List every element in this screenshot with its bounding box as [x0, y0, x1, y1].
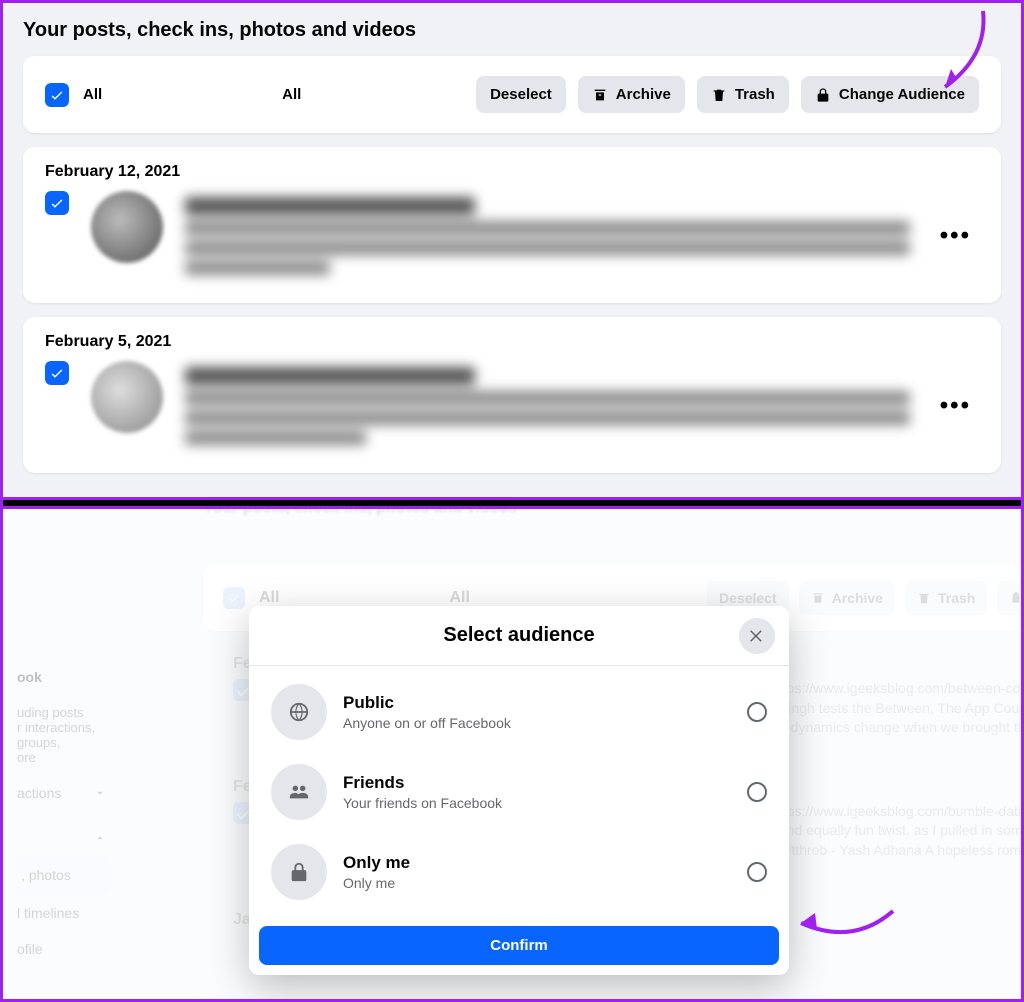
filter-all-label[interactable]: All	[83, 86, 102, 103]
post-date: February 5, 2021	[45, 333, 979, 351]
audience-option-friends[interactable]: Friends Your friends on Facebook	[265, 752, 773, 832]
check-icon	[49, 87, 65, 103]
option-title: Friends	[343, 773, 502, 793]
option-title: Public	[343, 693, 511, 713]
lock-icon	[271, 844, 327, 900]
post-more-menu[interactable]: •••	[932, 384, 979, 428]
deselect-button[interactable]: Deselect	[476, 76, 566, 113]
archive-button[interactable]: Archive	[578, 76, 685, 113]
check-icon	[49, 195, 65, 211]
radio-button[interactable]	[747, 782, 767, 802]
post-card: February 12, 2021 •••	[23, 147, 1001, 303]
deselect-label: Deselect	[490, 86, 552, 103]
post-card: February 5, 2021 •••	[23, 317, 1001, 473]
archive-label: Archive	[616, 86, 671, 103]
select-audience-modal: Select audience Public Anyone on or off …	[249, 606, 789, 975]
post-content-preview	[185, 191, 910, 281]
activity-log-top-panel: Your posts, check ins, photos and videos…	[3, 3, 1021, 497]
archive-icon	[592, 87, 608, 103]
option-title: Only me	[343, 853, 410, 873]
screenshot-divider	[3, 497, 1021, 509]
globe-icon	[271, 684, 327, 740]
option-desc: Your friends on Facebook	[343, 795, 502, 811]
post-checkbox[interactable]	[45, 191, 69, 215]
modal-close-button[interactable]	[739, 618, 775, 654]
filter-toolbar: All All Deselect Archive Trash Change Au…	[23, 56, 1001, 133]
post-more-menu[interactable]: •••	[932, 214, 979, 258]
audience-option-only-me[interactable]: Only me Only me	[265, 832, 773, 912]
radio-button[interactable]	[747, 862, 767, 882]
close-icon	[748, 627, 766, 645]
select-all-checkbox[interactable]	[45, 83, 69, 107]
check-icon	[49, 365, 65, 381]
trash-label: Trash	[735, 86, 775, 103]
change-audience-label: Change Audience	[839, 86, 965, 103]
modal-header: Select audience	[249, 606, 789, 666]
change-audience-button[interactable]: Change Audience	[801, 76, 979, 113]
trash-button[interactable]: Trash	[697, 76, 789, 113]
post-date: February 12, 2021	[45, 163, 979, 181]
page-title: Your posts, check ins, photos and videos	[23, 19, 1001, 42]
activity-log-modal-panel: ook uding posts r interactions, groups, …	[3, 509, 1021, 999]
audience-option-public[interactable]: Public Anyone on or off Facebook	[265, 672, 773, 752]
filter-type-dropdown[interactable]: All	[282, 86, 301, 103]
post-avatar	[91, 191, 163, 263]
option-desc: Only me	[343, 875, 410, 891]
modal-title: Select audience	[443, 624, 594, 646]
radio-button[interactable]	[747, 702, 767, 722]
friends-icon	[271, 764, 327, 820]
confirm-button[interactable]: Confirm	[259, 926, 779, 965]
post-content-preview	[185, 361, 910, 451]
post-checkbox[interactable]	[45, 361, 69, 385]
post-avatar	[91, 361, 163, 433]
trash-icon	[711, 87, 727, 103]
option-desc: Anyone on or off Facebook	[343, 715, 511, 731]
audience-option-list: Public Anyone on or off Facebook Friends…	[249, 666, 789, 920]
lock-icon	[815, 87, 831, 103]
